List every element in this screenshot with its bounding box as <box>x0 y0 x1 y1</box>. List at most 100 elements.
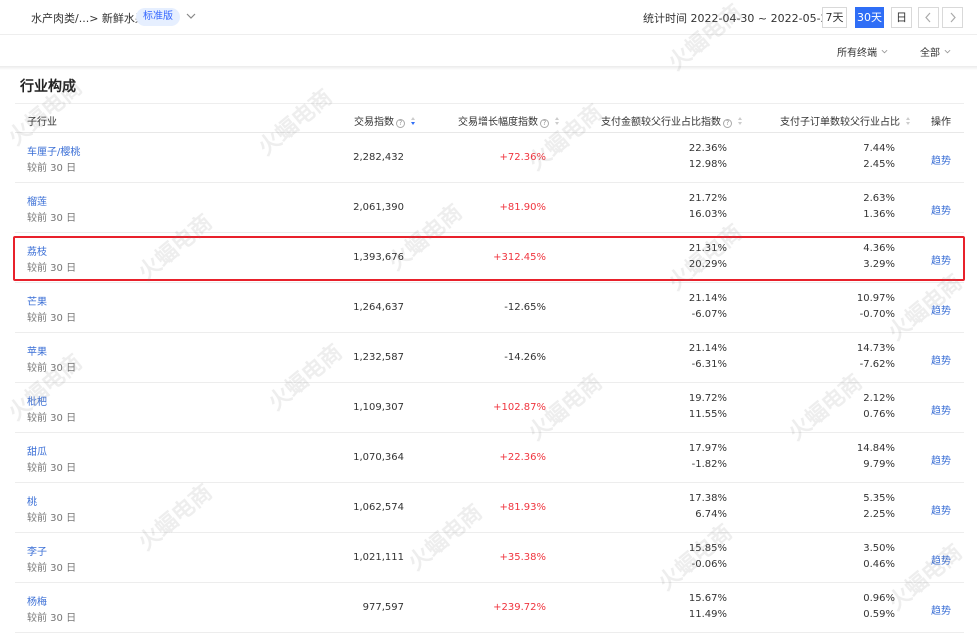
col-growth-label: 交易增长幅度指数 <box>458 117 538 128</box>
amount-change-value: 11.49% <box>688 609 727 620</box>
edition-badge: 标准版 <box>136 8 180 26</box>
amount-ratio-value: 22.36% <box>688 143 727 154</box>
amount-ratio-value: 21.72% <box>688 193 727 204</box>
sub-industry-link[interactable]: 杨梅 <box>27 593 47 608</box>
order-ratio-value: 2.12% <box>863 393 895 404</box>
breadcrumb[interactable]: 水产肉类/...> 新鲜水果 <box>31 10 146 26</box>
trend-link[interactable]: 趋势 <box>931 252 951 267</box>
trend-link[interactable]: 趋势 <box>931 202 951 217</box>
channel-filter-label: 所有终端 <box>837 48 877 59</box>
sub-industry-link[interactable]: 榴莲 <box>27 193 47 208</box>
order-change-value: 2.45% <box>863 159 895 170</box>
chevron-right-icon <box>950 12 956 23</box>
caret-down-icon <box>944 49 951 54</box>
table-row: 荔枝 较前 30 日 1,393,676 +312.45% 21.31% 20.… <box>15 233 964 283</box>
trend-link[interactable]: 趋势 <box>931 402 951 417</box>
order-ratio-value: 2.63% <box>863 193 895 204</box>
sub-industry-link[interactable]: 枇杷 <box>27 393 47 408</box>
table-row: 苹果 较前 30 日 1,232,587 -14.26% 21.14% -6.3… <box>15 333 964 383</box>
amount-change-value: 6.74% <box>695 509 727 520</box>
col-trade-index[interactable]: 交易指数? <box>354 113 416 128</box>
order-change-value: 2.25% <box>863 509 895 520</box>
growth-value: +239.72% <box>493 602 546 613</box>
order-ratio-value: 4.36% <box>863 243 895 254</box>
trade-index-value: 1,264,637 <box>353 302 404 313</box>
trade-index-value: 2,061,390 <box>353 202 404 213</box>
help-icon[interactable]: ? <box>396 119 405 128</box>
order-change-value: -7.62% <box>859 359 895 370</box>
amount-ratio-value: 17.38% <box>688 493 727 504</box>
trade-index-value: 1,062,574 <box>353 502 404 513</box>
amount-ratio-value: 21.14% <box>688 343 727 354</box>
range-7-days-button[interactable]: 7天 <box>822 7 847 28</box>
sort-icon[interactable] <box>905 116 911 126</box>
growth-value: +35.38% <box>499 552 546 563</box>
compare-label: 较前 30 日 <box>27 613 77 624</box>
help-icon[interactable]: ? <box>723 119 732 128</box>
range-day-button[interactable]: 日 <box>891 7 912 28</box>
table-row: 榴莲 较前 30 日 2,061,390 +81.90% 21.72% 16.0… <box>15 183 964 233</box>
sub-industry-link[interactable]: 甜瓜 <box>27 443 47 458</box>
scope-filter[interactable]: 全部 <box>920 44 951 59</box>
growth-value: -14.26% <box>504 352 546 363</box>
table-row: 李子 较前 30 日 1,021,111 +35.38% 15.85% -0.0… <box>15 533 964 583</box>
col-growth[interactable]: 交易增长幅度指数? <box>458 113 560 128</box>
compare-label: 较前 30 日 <box>27 263 77 274</box>
compare-label: 较前 30 日 <box>27 563 77 574</box>
sort-icon[interactable] <box>737 116 743 126</box>
sub-industry-link[interactable]: 荔枝 <box>27 243 47 258</box>
col-pay-order-ratio[interactable]: 支付子订单数较父行业占比 <box>780 113 911 128</box>
trend-link[interactable]: 趋势 <box>931 602 951 617</box>
sub-industry-link[interactable]: 车厘子/樱桃 <box>27 143 80 158</box>
amount-change-value: 12.98% <box>688 159 727 170</box>
chevron-down-icon[interactable] <box>186 11 196 21</box>
trend-link[interactable]: 趋势 <box>931 152 951 167</box>
sub-industry-link[interactable]: 桃 <box>27 493 37 508</box>
table-row: 芒果 较前 30 日 1,264,637 -12.65% 21.14% -6.0… <box>15 283 964 333</box>
sort-icon[interactable] <box>554 116 560 126</box>
trade-index-value: 2,282,432 <box>353 152 404 163</box>
growth-value: +22.36% <box>499 452 546 463</box>
amount-ratio-value: 17.97% <box>688 443 727 454</box>
table-row: 杨梅 较前 30 日 977,597 +239.72% 15.67% 11.49… <box>15 583 964 633</box>
help-icon[interactable]: ? <box>540 119 549 128</box>
order-ratio-value: 3.50% <box>863 543 895 554</box>
range-30-days-button[interactable]: 30天 <box>855 7 884 28</box>
trade-index-value: 1,070,364 <box>353 452 404 463</box>
chevron-left-icon <box>925 12 931 23</box>
trend-link[interactable]: 趋势 <box>931 552 951 567</box>
channel-filter[interactable]: 所有终端 <box>837 44 888 59</box>
order-change-value: 3.29% <box>863 259 895 270</box>
amount-change-value: 11.55% <box>688 409 727 420</box>
col-pay-amount-ratio[interactable]: 支付金额较父行业占比指数? <box>601 113 743 128</box>
trade-index-value: 1,021,111 <box>353 552 404 563</box>
compare-label: 较前 30 日 <box>27 213 77 224</box>
amount-change-value: -0.06% <box>691 559 727 570</box>
order-change-value: -0.70% <box>859 309 895 320</box>
table-row: 枇杷 较前 30 日 1,109,307 +102.87% 19.72% 11.… <box>15 383 964 433</box>
compare-label: 较前 30 日 <box>27 513 77 524</box>
growth-value: +312.45% <box>493 252 546 263</box>
trend-link[interactable]: 趋势 <box>931 352 951 367</box>
growth-value: -12.65% <box>504 302 546 313</box>
amount-change-value: 16.03% <box>688 209 727 220</box>
amount-ratio-value: 19.72% <box>688 393 727 404</box>
trend-link[interactable]: 趋势 <box>931 502 951 517</box>
amount-ratio-value: 15.85% <box>688 543 727 554</box>
order-ratio-value: 10.97% <box>856 293 895 304</box>
trend-link[interactable]: 趋势 <box>931 302 951 317</box>
sort-desc-icon[interactable] <box>410 116 416 126</box>
prev-period-button[interactable] <box>918 7 939 28</box>
table-row: 车厘子/樱桃 较前 30 日 2,282,432 +72.36% 22.36% … <box>15 133 964 183</box>
next-period-button[interactable] <box>942 7 963 28</box>
sub-industry-link[interactable]: 芒果 <box>27 293 47 308</box>
amount-ratio-value: 15.67% <box>688 593 727 604</box>
order-change-value: 0.59% <box>863 609 895 620</box>
order-ratio-value: 0.96% <box>863 593 895 604</box>
sub-industry-link[interactable]: 李子 <box>27 543 47 558</box>
amount-change-value: -1.82% <box>691 459 727 470</box>
trend-link[interactable]: 趋势 <box>931 452 951 467</box>
amount-change-value: 20.29% <box>688 259 727 270</box>
sub-industry-link[interactable]: 苹果 <box>27 343 47 358</box>
stat-time-label: 统计时间 2022-04-30 ~ 2022-05-29 <box>643 12 835 25</box>
